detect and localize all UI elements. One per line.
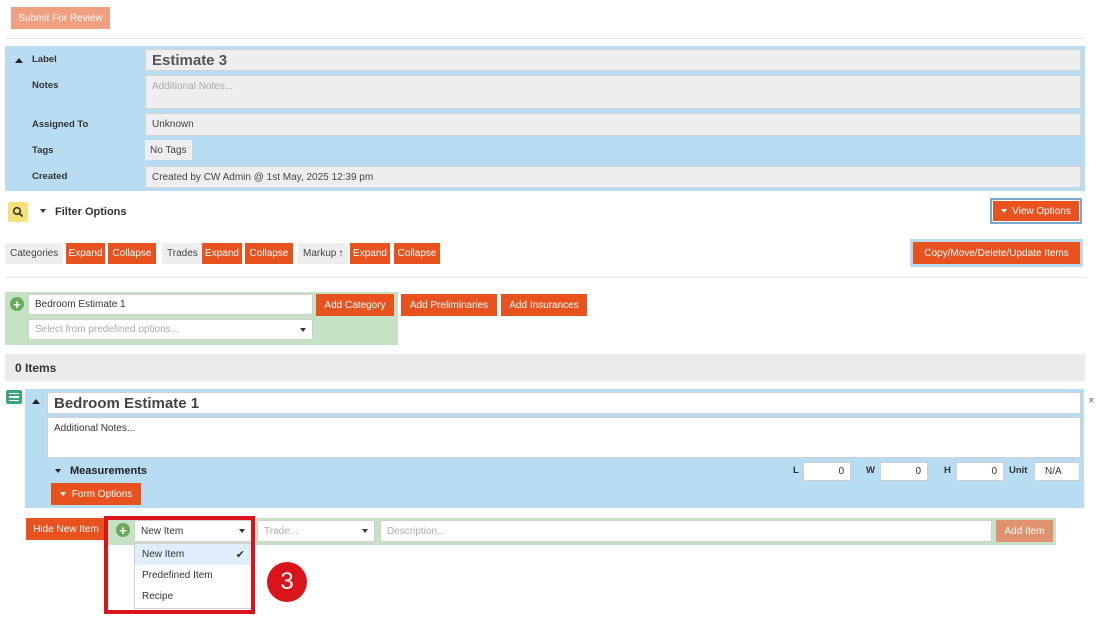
highlight-box (104, 516, 255, 614)
assigned-to-field[interactable]: Unknown (145, 113, 1081, 136)
arrow-up-icon: ↑ (338, 248, 344, 259)
notes-label: Notes (32, 80, 59, 91)
created-label: Created (32, 171, 68, 182)
add-preliminaries-button[interactable]: Add Preliminaries (401, 294, 497, 316)
close-icon[interactable]: × (1088, 395, 1094, 407)
markup-expand-button[interactable]: Expand (350, 243, 390, 264)
measurements-toggle[interactable]: Measurements (70, 465, 147, 477)
trades-expand-button[interactable]: Expand (202, 243, 242, 264)
height-label: H (944, 465, 951, 476)
items-count-bar: 0 Items (5, 354, 1085, 381)
markup-label: Markup ↑ (298, 243, 349, 264)
form-options-button[interactable]: Form Options (51, 483, 141, 505)
length-input[interactable]: 0 (803, 462, 851, 481)
trade-placeholder: Trade... (264, 525, 299, 537)
category-title-input[interactable]: Bedroom Estimate 1 (47, 392, 1081, 414)
trades-label: Trades (162, 243, 203, 264)
add-item-button[interactable]: Add Item (996, 520, 1053, 542)
search-icon[interactable] (8, 202, 28, 222)
markup-collapse-button[interactable]: Collapse (394, 243, 440, 264)
menu-icon[interactable] (6, 390, 22, 404)
categories-expand-button[interactable]: Expand (66, 243, 105, 264)
categories-label: Categories (5, 243, 64, 264)
height-input[interactable]: 0 (956, 462, 1004, 481)
assigned-to-label: Assigned To (32, 119, 89, 130)
predefined-options-select[interactable]: Select from predefined options... (28, 319, 313, 340)
predefined-placeholder: Select from predefined options... (35, 324, 179, 335)
unit-select[interactable]: N/A (1034, 462, 1080, 481)
created-field: Created by CW Admin @ 1st May, 2025 12:3… (145, 166, 1081, 188)
trade-select[interactable]: Trade... (257, 520, 375, 542)
label-label: Label (32, 54, 57, 65)
description-input[interactable]: Description... (380, 520, 992, 542)
chevron-down-icon (59, 492, 66, 496)
view-options-button[interactable]: View Options (993, 201, 1079, 221)
tags-label: Tags (32, 145, 54, 156)
plus-circle-icon: + (10, 297, 24, 311)
view-options-label: View Options (1012, 205, 1071, 217)
estimate-notes-field[interactable]: Additional Notes... (145, 75, 1081, 109)
filter-chevron-down-icon[interactable] (40, 205, 46, 216)
measurements-chevron-down-icon[interactable] (55, 465, 61, 476)
chevron-down-icon (362, 529, 368, 533)
add-insurances-button[interactable]: Add Insurances (501, 294, 587, 316)
width-label: W (866, 465, 875, 476)
chevron-down-icon (300, 327, 306, 332)
width-input[interactable]: 0 (880, 462, 928, 481)
trades-collapse-button[interactable]: Collapse (245, 243, 293, 264)
copy-move-delete-update-button[interactable]: Copy/Move/Delete/Update Items (913, 242, 1080, 264)
markup-label-text: Markup (303, 248, 337, 259)
category-name-input[interactable]: Bedroom Estimate 1 (28, 294, 313, 315)
categories-collapse-button[interactable]: Collapse (108, 243, 156, 264)
filter-options-toggle[interactable]: Filter Options (55, 206, 127, 218)
divider (5, 277, 1085, 278)
tags-badge[interactable]: No Tags (145, 140, 192, 160)
category-notes-field[interactable]: Additional Notes... (47, 417, 1081, 458)
hide-new-item-button[interactable]: Hide New Item (26, 518, 106, 540)
chevron-down-icon (1001, 209, 1008, 213)
length-label: L (793, 465, 799, 476)
form-options-label: Form Options (71, 488, 133, 500)
category-collapse-icon[interactable] (32, 396, 40, 407)
estimate-label-input[interactable]: Estimate 3 (145, 49, 1081, 71)
submit-for-review-button[interactable]: Submit For Review (11, 7, 110, 29)
step-number-badge: 3 (267, 562, 307, 602)
collapse-arrow-icon[interactable] (15, 55, 23, 66)
unit-label: Unit (1009, 465, 1028, 476)
divider (5, 38, 1085, 39)
add-category-button[interactable]: Add Category (316, 294, 394, 316)
